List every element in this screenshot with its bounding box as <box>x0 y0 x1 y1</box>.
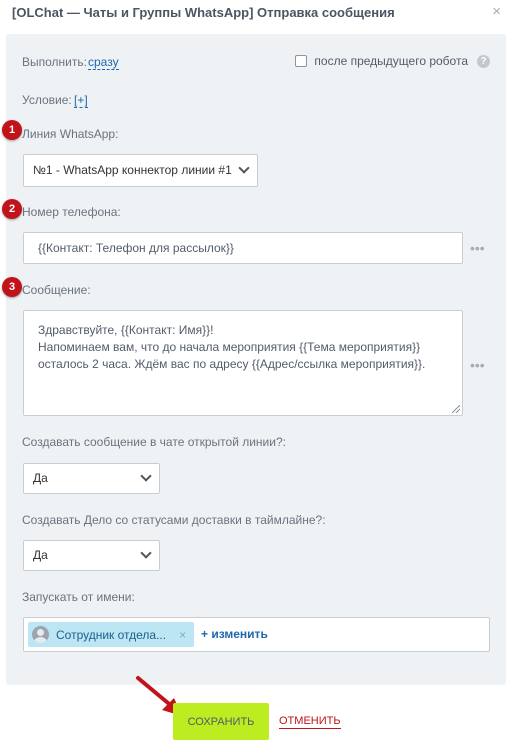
avatar <box>32 626 49 643</box>
step-badge-2: 2 <box>2 199 22 219</box>
dialog-title: [OLChat — Чаты и Группы WhatsApp] Отправ… <box>12 5 395 20</box>
message-label: Сообщение: <box>22 283 91 297</box>
line-select[interactable]: №1 - WhatsApp коннектор линии #1 <box>23 154 258 187</box>
execute-timing-link[interactable]: сразу <box>88 55 119 70</box>
after-previous-option: после предыдущего робота ? <box>295 54 490 68</box>
run-as-user-box[interactable]: Сотрудник отдела... × + изменить <box>23 617 490 652</box>
user-chip[interactable]: Сотрудник отдела... × <box>28 622 194 647</box>
create-task-label: Создавать Дело со статусами доставки в т… <box>22 513 326 527</box>
save-button[interactable]: СОХРАНИТЬ <box>173 703 269 740</box>
message-line: Напоминаем вам, что до начала мероприяти… <box>38 340 421 354</box>
create-task-select[interactable]: Да <box>23 540 160 571</box>
step-badge-1: 1 <box>2 120 22 140</box>
cancel-button[interactable]: ОТМЕНИТЬ <box>279 715 341 729</box>
chevron-down-icon <box>238 162 250 174</box>
settings-panel: Выполнить: сразу после предыдущего робот… <box>2 34 506 685</box>
user-chip-label: Сотрудник отдела... <box>56 627 167 642</box>
phone-label: Номер телефона: <box>22 205 121 219</box>
create-task-value: Да <box>33 548 48 562</box>
create-message-label: Создавать сообщение в чате открытой лини… <box>22 435 286 449</box>
change-user-link[interactable]: + изменить <box>201 627 268 641</box>
create-message-value: Да <box>33 471 48 485</box>
chevron-down-icon <box>140 547 152 559</box>
more-dots-icon[interactable]: ••• <box>470 241 485 255</box>
message-line: осталось 2 часа. Ждём вас по адресу {{Ад… <box>38 357 426 371</box>
message-text: Здравствуйте, {{Контакт: Имя}}! Напомина… <box>38 322 425 373</box>
run-as-label: Запускать от имени: <box>22 590 135 604</box>
dialog-header: [OLChat — Чаты и Группы WhatsApp] Отправ… <box>0 0 513 28</box>
after-previous-label: после предыдущего робота <box>314 54 468 68</box>
line-label: Линия WhatsApp: <box>22 127 119 141</box>
condition-label: Условие: <box>22 93 72 107</box>
after-previous-checkbox[interactable] <box>295 55 308 67</box>
execute-label: Выполнить: <box>22 55 87 69</box>
create-message-select[interactable]: Да <box>23 463 160 494</box>
help-icon[interactable]: ? <box>477 54 490 68</box>
chevron-down-icon <box>140 470 152 482</box>
remove-icon[interactable]: × <box>179 628 186 642</box>
message-textarea[interactable]: Здравствуйте, {{Контакт: Имя}}! Напомина… <box>23 310 463 416</box>
phone-input-value: {{Контакт: Телефон для рассылок}} <box>38 241 234 255</box>
line-select-value: №1 - WhatsApp коннектор линии #1 <box>33 163 232 177</box>
step-badge-3: 3 <box>2 277 22 297</box>
resize-grip-icon[interactable] <box>452 405 460 413</box>
add-condition-link[interactable]: [+] <box>74 93 88 108</box>
more-dots-icon[interactable]: ••• <box>470 358 485 372</box>
message-line: Здравствуйте, {{Контакт: Имя}}! <box>38 323 214 337</box>
close-icon[interactable]: × <box>492 4 501 20</box>
phone-input[interactable]: {{Контакт: Телефон для рассылок}} <box>23 232 463 264</box>
